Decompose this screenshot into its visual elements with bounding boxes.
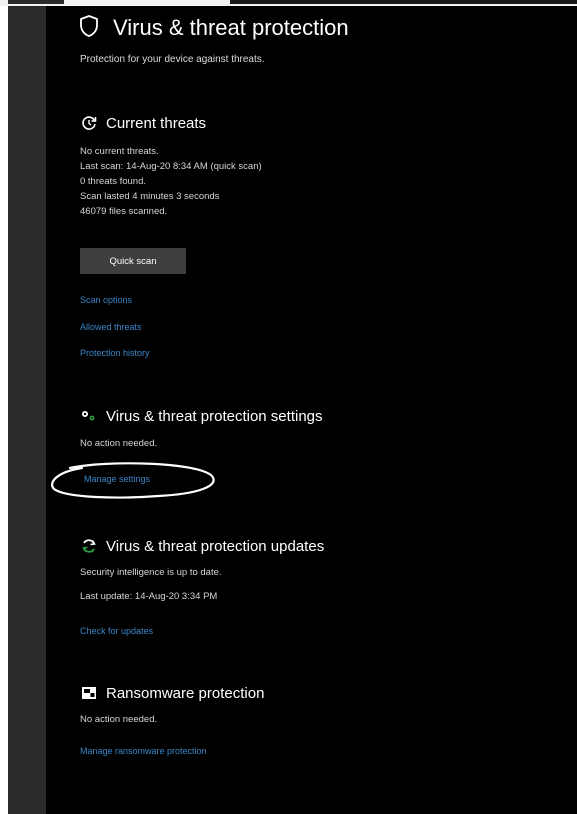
ransomware-status: No action needed. [80,714,158,725]
quick-scan-button[interactable]: Quick scan [80,248,186,274]
manage-settings-link[interactable]: Manage settings [84,474,150,484]
files-scanned-line: 46079 files scanned. [80,206,168,217]
manage-ransomware-link[interactable]: Manage ransomware protection [80,746,207,756]
updates-header: Virus & threat protection updates [80,537,324,555]
threat-status-line: No current threats. [80,146,159,157]
page-header: Virus & threat protection [78,12,349,44]
page-subtitle: Protection for your device against threa… [80,54,265,65]
check-for-updates-link[interactable]: Check for updates [80,626,153,636]
top-tab-right [230,0,577,4]
updates-title: Virus & threat protection updates [106,537,325,555]
settings-gears-icon [80,407,98,425]
allowed-threats-link[interactable]: Allowed threats [80,322,142,332]
current-threats-title: Current threats [106,114,207,132]
intelligence-status-line: Security intelligence is up to date. [80,567,222,578]
shield-icon [78,14,100,43]
scan-duration-line: Scan lasted 4 minutes 3 seconds [80,191,220,202]
settings-title: Virus & threat protection settings [106,407,323,425]
ransomware-title: Ransomware protection [106,684,265,702]
ransomware-folder-icon [80,684,98,702]
last-update-line: Last update: 14-Aug-20 3:34 PM [80,591,218,602]
settings-status: No action needed. [80,438,158,449]
current-threats-header: Current threats [80,114,206,132]
top-tab-left [8,0,64,4]
ransomware-header: Ransomware protection [80,684,264,702]
protection-history-link[interactable]: Protection history [80,348,150,358]
scan-options-link[interactable]: Scan options [80,295,132,305]
threats-found-line: 0 threats found. [80,176,147,187]
refresh-shield-icon [80,114,98,132]
security-window: Virus & threat protection Protection for… [8,6,577,814]
navigation-rail [8,6,46,814]
settings-header: Virus & threat protection settings [80,407,323,425]
page-title: Virus & threat protection [113,15,349,40]
last-scan-line: Last scan: 14-Aug-20 8:34 AM (quick scan… [80,161,262,172]
sync-icon [80,537,98,555]
